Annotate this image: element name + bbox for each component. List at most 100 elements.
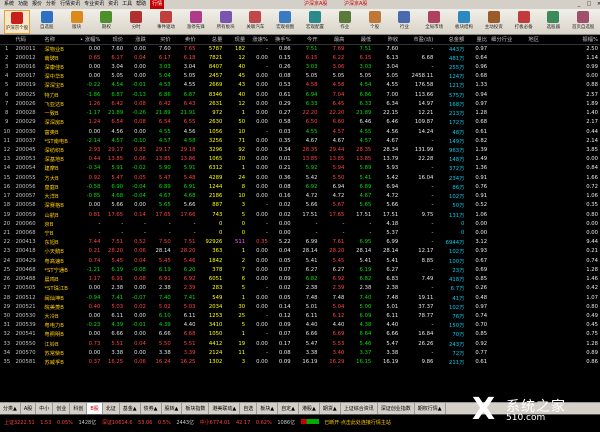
col-header-3[interactable]: • 涨幅% [77, 35, 103, 45]
cell-r16-c1: 200057 [15, 193, 36, 200]
table-row[interactable]: 33 200550 江铃B 0.73 5.51 0.04 5.50 5.51 4412 19 0.0… [0, 339, 600, 348]
toolbar-button-7[interactable]: 所有板块 [213, 10, 239, 34]
menu-highlight[interactable]: 行情 [150, 0, 165, 9]
menu-item-3[interactable]: 分析 [46, 0, 56, 9]
table-row[interactable]: 28 200512 闽灿坤B -0.94 7.41 -0.07 7.40 7.41 549 1 0.… [0, 293, 600, 302]
table-row[interactable]: 35 200581 苏威孚B 0.37 16.25 0.06 16.24 16.25 1302 3… [0, 357, 600, 366]
toolbar-button-0[interactable]: 沪深京个股 [4, 10, 30, 34]
toolbar-button-15[interactable]: 板块结构 [451, 10, 477, 34]
cell-r12-c15: 13.79 [383, 156, 399, 163]
table-row[interactable]: 18 200058 深赛格B 0.00 5.66 0.00 5.65 5.66 887 3 - 0.0… [0, 201, 600, 210]
col-header-14[interactable]: 最低 [346, 35, 374, 45]
col-header-4[interactable]: 现价 [102, 35, 126, 45]
table-row[interactable]: 32 200541 粤照明B 0.00 6.66 0.00 6.66 6.68 1050 1 - 0.… [0, 330, 600, 339]
toolbar-button-14[interactable]: 全局市场 [421, 10, 447, 34]
table-row[interactable]: 21 200068 宁B - - - - - 0 0 - 0.00 - - - 5.37 - 0 0.00 0.00 [0, 228, 600, 237]
table-row[interactable]: 11 200037 *ST南电B -2.14 4.57 -0.10 4.57 4.58 3256… [0, 136, 600, 145]
menu-item-8[interactable]: 帮助 [136, 0, 146, 9]
table-row[interactable]: 34 200570 苏常柴B 0.00 3.38 0.00 3.38 3.39 2124 11 - 0… [0, 348, 600, 357]
table-row[interactable]: 31 200539 粤电力B -0.23 4.39 -0.01 4.39 4.40 3410 5 0… [0, 321, 600, 330]
table-row[interactable]: 26 200488 晨鸣B 1.17 6.91 0.08 6.91 6.92 6051 6 0.00… [0, 274, 600, 283]
menu-item-6[interactable]: 资讯 [108, 0, 118, 9]
toolbar-button-5[interactable]: 事件驱动 [153, 10, 179, 34]
table-row[interactable]: 27 200505 *ST珠江B 0.00 2.38 0.00 2.38 2.39 283 5 - 0… [0, 284, 600, 293]
table-row[interactable]: 22 200413 东旭B 7.44 7.51 0.52 7.50 7.51 92926 511 0… [0, 238, 600, 247]
toolbar-button-6[interactable]: 涨停先锋 [183, 10, 209, 34]
table-row[interactable]: 6 200025 特力B -1.86 6.87 -0.13 6.86 6.87 8346 40 0.… [0, 90, 600, 99]
cell-r30-c13: 4.40 [332, 322, 345, 329]
toolbar-button-1[interactable]: 自选股 [34, 10, 60, 34]
table-row[interactable]: 19 200059 山航B 0.81 17.65 0.14 17.65 17.66 743 5 0.… [0, 210, 600, 219]
minimize-icon[interactable]: _ [574, 0, 584, 9]
toolbar-button-16[interactable]: 主动投资 [481, 10, 507, 34]
col-header-21[interactable]: 振幅% [563, 35, 600, 45]
menu-item-5[interactable]: 专业资讯 [84, 0, 104, 9]
table-row[interactable]: 29 200521 皖美菱B 0.40 5.03 0.02 5.02 5.03 2034 30 0.… [0, 302, 600, 311]
col-header-17[interactable]: 总金额 [435, 35, 467, 45]
col-header-0[interactable] [0, 35, 14, 45]
col-header-11[interactable]: 换手% [269, 35, 293, 45]
table-row[interactable]: 13 200053 深基地B 0.44 13.85 0.06 13.85 13.86 1065 2… [0, 155, 600, 164]
toolbar-button-12[interactable]: 个股 [362, 10, 388, 34]
col-header-7[interactable]: 卖价 [172, 35, 198, 45]
table-row[interactable]: 1 200011 深物业B 0.00 7.60 0.00 7.60 7.65 5787 182 - 0… [0, 44, 600, 53]
cell-r21-c10: 0.35 [256, 239, 268, 246]
col-header-20[interactable]: 地区 [526, 35, 564, 45]
cell-r30-c11: 0.09 [278, 322, 291, 329]
menu-item-4[interactable]: 行情资讯 [60, 0, 80, 9]
cell-r11-c12: 28.35 [302, 147, 318, 154]
table-row[interactable]: 8 200028 一致B -1.17 21.89 -0.26 21.89 21.91 972 1 0… [0, 109, 600, 118]
col-header-9[interactable]: 现量 [224, 35, 248, 45]
menu-item-7[interactable]: 工具 [122, 0, 132, 9]
connection-status[interactable]: 已断开·点击此处连接行情主站 [324, 420, 391, 426]
cell-r24-c0: 25 [3, 266, 11, 273]
toolbar-button-13[interactable]: 行业 [391, 10, 417, 34]
toolbar-button-10[interactable]: 宏观配置 [302, 10, 328, 34]
table-row[interactable]: 2 200012 南玻B 0.65 6.17 0.04 6.17 6.18 7821 12 0.00… [0, 53, 600, 62]
toolbar-button-8[interactable]: 关联汽车 [242, 10, 268, 34]
menu-item-0[interactable]: 系统 [4, 0, 14, 9]
col-header-8[interactable]: 总量 [197, 35, 225, 45]
col-header-10[interactable]: 涨速% [247, 35, 270, 45]
table-row[interactable]: 30 200530 大冷B 0.00 6.11 0.00 6.10 6.11 1253 25 - 0.… [0, 311, 600, 320]
col-header-2[interactable]: 名称 [42, 35, 78, 45]
col-header-19[interactable]: 细分行业 [489, 35, 527, 45]
table-row[interactable]: 14 200054 建摩B -0.34 5.91 -0.02 5.90 5.91 6312 1 0.… [0, 164, 600, 173]
menu-item-1[interactable]: 功能 [18, 0, 28, 9]
table-row[interactable]: 7 200026 飞亚达B 1.26 6.42 0.08 6.42 6.43 2631 12 0.0… [0, 99, 600, 108]
toolbar-button-2[interactable]: 版块 [64, 10, 90, 34]
table-row[interactable]: 3 200016 深康佳B 0.00 3.04 0.00 3.03 3.04 8407 40 - 0.… [0, 62, 600, 71]
col-header-18[interactable]: 量比 [466, 35, 490, 45]
col-header-13[interactable]: 最高 [319, 35, 347, 45]
col-header-12[interactable]: 今开 [292, 35, 320, 45]
col-header-5[interactable]: 涨跌 [125, 35, 148, 45]
toolbar-button-4[interactable]: 分时 [123, 10, 149, 34]
table-row[interactable]: 17 200057 大洋B -0.85 4.68 -0.04 4.67 4.68 2186 10 0… [0, 192, 600, 201]
table-row[interactable]: 12 200045 深纺织B 2.93 29.17 0.83 29.17 29.18 3296 9… [0, 145, 600, 154]
table-row[interactable]: 5 200019 深深宝B -0.22 4.54 -0.01 4.53 4.55 2669 43 0… [0, 81, 600, 90]
toolbar-button-9[interactable]: 宏观视图 [272, 10, 298, 34]
table-row[interactable]: 15 200055 方大B 0.92 5.47 0.05 5.47 5.48 4289 24 0.0… [0, 173, 600, 182]
table-row[interactable]: 9 200029 深深房B 1.24 6.54 0.08 6.54 6.55 2630 50 0.0… [0, 118, 600, 127]
toolbar-button-18[interactable]: 选股器 [540, 10, 566, 34]
maximize-icon[interactable]: □ [584, 0, 594, 9]
toolbar-button-17[interactable]: 打板必备 [511, 10, 537, 34]
table-row[interactable]: 24 200429 粤高速B 0.74 5.45 0.04 5.45 5.46 1842 2 0.0… [0, 256, 600, 265]
col-header-6[interactable]: 买价 [147, 35, 173, 45]
menu-item-2[interactable]: 报价 [32, 0, 42, 9]
toolbar-button-19[interactable]: 首页自选股 [570, 10, 596, 34]
col-header-16[interactable]: 市盈(动) [400, 35, 436, 45]
table-row[interactable]: 23 200418 小天鹅B 0.21 28.20 0.06 28.14 28.20 363 1 0… [0, 247, 600, 256]
toolbar-button-3[interactable]: 期权 [93, 10, 119, 34]
table-row[interactable]: 10 200030 富奥B 0.00 4.56 0.00 4.55 4.56 1056 10 - 0.… [0, 127, 600, 136]
col-header-1[interactable]: 代码 [13, 35, 43, 45]
table-row[interactable]: 25 200468 *ST宁通B -1.21 6.19 -0.08 6.19 6.20 378 7… [0, 265, 600, 274]
close-icon[interactable]: × [594, 0, 600, 9]
table-row[interactable]: 16 200056 皇庭B -0.58 6.90 -0.04 6.89 6.91 1244 8 0.… [0, 182, 600, 191]
cell-r4-c0: 5 [5, 82, 9, 89]
cell-r34-c11: 0.09 [278, 359, 291, 366]
table-row[interactable]: 4 200017 深中华B 0.00 5.05 0.00 5.04 5.05 2457 45 0.0… [0, 72, 600, 81]
table-row[interactable]: 20 200060 京B - - - - - 0 0 - 0.00 - - - 4.18 - 0 0.00 0.00 [0, 219, 600, 228]
col-header-15[interactable]: 昨收 [373, 35, 401, 45]
toolbar-button-11[interactable]: 作业 [332, 10, 358, 34]
